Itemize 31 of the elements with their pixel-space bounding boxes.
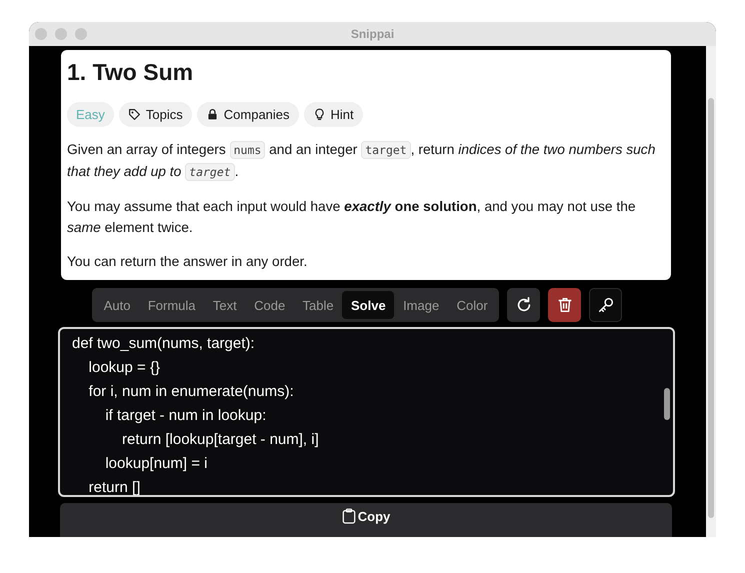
refresh-icon	[514, 296, 533, 314]
problem-title: 1. Two Sum	[67, 58, 194, 87]
clipboard-icon	[342, 508, 356, 524]
mode-tab[interactable]: Text	[204, 291, 246, 319]
mode-tab[interactable]: Auto	[95, 291, 140, 319]
scrollbar-thumb[interactable]	[664, 388, 670, 420]
problem-paragraph: You can return the answer in any order.	[67, 253, 308, 271]
scrollbar-thumb[interactable]	[708, 98, 714, 518]
difficulty-tag: Easy	[67, 102, 114, 127]
mode-tab[interactable]: Code	[245, 291, 294, 319]
mode-tab[interactable]: Color	[448, 291, 496, 319]
delete-button[interactable]	[548, 288, 582, 322]
problem-paragraph: You may assume that each input would have exactly one solution, and you may not use the same element twice.	[67, 198, 637, 237]
code-editor[interactable]: def two_sum(nums, target): lookup = {} for i, num in enumerate(nums): if target - num in lookup: return [lookup[target - num], i] lookup[num] = i return []	[58, 327, 675, 497]
mode-tab[interactable]: Solve	[342, 291, 394, 319]
key-icon	[596, 296, 615, 314]
lightbulb-icon	[312, 108, 326, 121]
problem-paragraph: Given an array of integers nums and an integer target , return indices of the two numbers such that they add up to target .	[67, 140, 656, 183]
trash-icon	[556, 296, 574, 314]
mode-tab[interactable]: Image	[394, 291, 448, 319]
tag-icon	[128, 108, 141, 121]
mode-tab[interactable]: Table	[294, 291, 342, 319]
refresh-button[interactable]	[507, 288, 540, 322]
mode-tab[interactable]: Formula	[139, 291, 204, 319]
tag-button[interactable]: Companies	[196, 102, 299, 127]
window-title: Snippai	[350, 27, 394, 41]
tag-button[interactable]: Hint	[304, 102, 363, 127]
key-button[interactable]	[589, 288, 622, 322]
copy-button[interactable]: Copy	[60, 503, 672, 537]
lock-icon	[206, 108, 219, 121]
tag-button[interactable]: Topics	[118, 102, 192, 127]
